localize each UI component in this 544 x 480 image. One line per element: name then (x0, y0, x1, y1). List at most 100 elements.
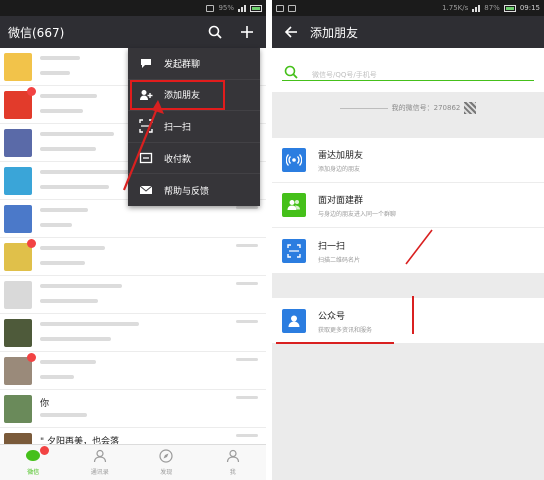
person-icon (226, 449, 240, 465)
option-description: 获取更多资讯和服务 (318, 326, 373, 334)
search-area: 微信号/QQ号/手机号 (272, 48, 544, 92)
search-icon[interactable] (204, 21, 226, 43)
menu-item-label: 帮助与反馈 (164, 186, 210, 197)
chat-icon (25, 446, 50, 465)
plus-icon[interactable] (236, 21, 258, 43)
avatar (4, 318, 32, 347)
nav-item-1[interactable]: 通讯录 (67, 445, 134, 480)
blurred-text (40, 70, 70, 75)
status-bar: 1.75K/s 87% 09:15 (272, 0, 544, 16)
nav-item-0[interactable]: 微信 (0, 445, 67, 480)
chat-row[interactable] (0, 314, 266, 352)
option-title: 扫一扫 (318, 241, 346, 252)
scan-icon (282, 238, 306, 263)
menu-item-label: 发起群聊 (164, 59, 201, 70)
chat-text (40, 357, 266, 385)
blurred-text (40, 246, 105, 250)
annotation-line (412, 296, 414, 334)
option-title: 面对面建群 (318, 196, 364, 206)
annotation-line (276, 342, 394, 344)
back-arrow-icon[interactable] (280, 21, 302, 43)
option-title: 公众号 (318, 311, 346, 322)
option-text: 雷达加朋友 添加身边的朋友 (318, 146, 544, 174)
blurred-text (40, 260, 85, 265)
chat-last-message (40, 145, 96, 153)
avatar (4, 204, 32, 233)
notification-icon (206, 4, 215, 12)
radar-icon (282, 148, 306, 172)
option-description: 与身边的朋友进入同一个群聊 (318, 211, 397, 218)
chat-name (40, 358, 96, 368)
option-official-account[interactable]: 公众号获取更多资讯和服务 (272, 298, 544, 343)
chat-name (40, 282, 122, 292)
blurred-text (40, 208, 88, 212)
chat-last-message (40, 297, 98, 305)
blurred-text (236, 358, 258, 361)
chat-time (236, 280, 258, 287)
blurred-text (40, 322, 139, 326)
chat-name (40, 320, 139, 330)
chat-bubble-icon (138, 55, 154, 71)
blurred-text (40, 284, 122, 288)
compass-icon (159, 449, 173, 465)
blurred-text (40, 108, 83, 113)
my-wechat-id-row[interactable]: 我的微信号：270862 (272, 92, 544, 124)
blurred-text (40, 412, 87, 417)
nav-item-2[interactable]: 发现 (133, 445, 200, 480)
page-title: 微信(667) (8, 25, 65, 40)
blurred-text (40, 374, 74, 379)
chat-row[interactable] (0, 276, 266, 314)
avatar (4, 166, 32, 195)
chat-last-message (40, 335, 111, 343)
avatar (4, 352, 36, 385)
avatar (4, 238, 36, 271)
chat-text (40, 319, 266, 347)
battery-level: 87% (484, 4, 500, 12)
chat-row[interactable] (0, 238, 266, 276)
chat-last-message (40, 373, 74, 381)
status-bar: 95% (0, 0, 266, 16)
chat-text: 你 (40, 395, 266, 423)
menu-item-label: 收付款 (164, 154, 192, 165)
blurred-text (236, 244, 258, 247)
chat-name (40, 92, 97, 102)
blurred-text (236, 206, 258, 209)
chat-name (40, 206, 88, 216)
qr-code-icon[interactable] (464, 102, 477, 114)
nav-item-3[interactable]: 我 (200, 445, 267, 480)
search-input[interactable]: 微信号/QQ号/手机号 (312, 70, 377, 80)
status-text: 95% (218, 4, 234, 12)
blurred-text (40, 56, 80, 60)
contacts-icon (93, 449, 107, 465)
add-friends-screen: 1.75K/s 87% 09:15 添加朋友 微信号/QQ号/手机号 我的微信号… (272, 0, 544, 480)
blurred-text (40, 94, 97, 98)
option-radar[interactable]: 雷达加朋友 添加身边的朋友 (272, 138, 544, 183)
chat-row[interactable] (0, 352, 266, 390)
signal-icon (238, 4, 246, 12)
avatar (4, 86, 36, 119)
bottom-navigation: 微信 通讯录 发现 我 (0, 444, 266, 480)
blurred-text (40, 184, 109, 189)
network-speed: 1.75K/s (442, 4, 469, 12)
chat-name: 你 (40, 398, 50, 409)
unread-badge (27, 238, 36, 248)
chat-time (236, 432, 258, 439)
blurred-text (40, 360, 96, 364)
option-title: 雷达加朋友 (318, 151, 364, 161)
official-account-icon (282, 308, 306, 333)
official-accounts-options: 公众号获取更多资讯和服务 (272, 298, 544, 343)
menu-item-chat-bubble[interactable]: 发起群聊 (128, 48, 260, 80)
chat-name (40, 54, 80, 64)
blurred-text (236, 434, 258, 437)
signal-icon (472, 4, 481, 12)
option-group[interactable]: 面对面建群与身边的朋友进入同一个群聊 (272, 183, 544, 228)
chat-text (40, 243, 266, 271)
chat-last-message (40, 183, 109, 191)
blurred-text (236, 396, 258, 399)
chat-time (236, 318, 258, 325)
avatar (4, 52, 32, 81)
chat-name (40, 244, 105, 254)
red-arrow-icon (122, 100, 164, 191)
option-text: 公众号获取更多资讯和服务 (318, 307, 544, 335)
chat-row[interactable]: 你 (0, 390, 266, 428)
